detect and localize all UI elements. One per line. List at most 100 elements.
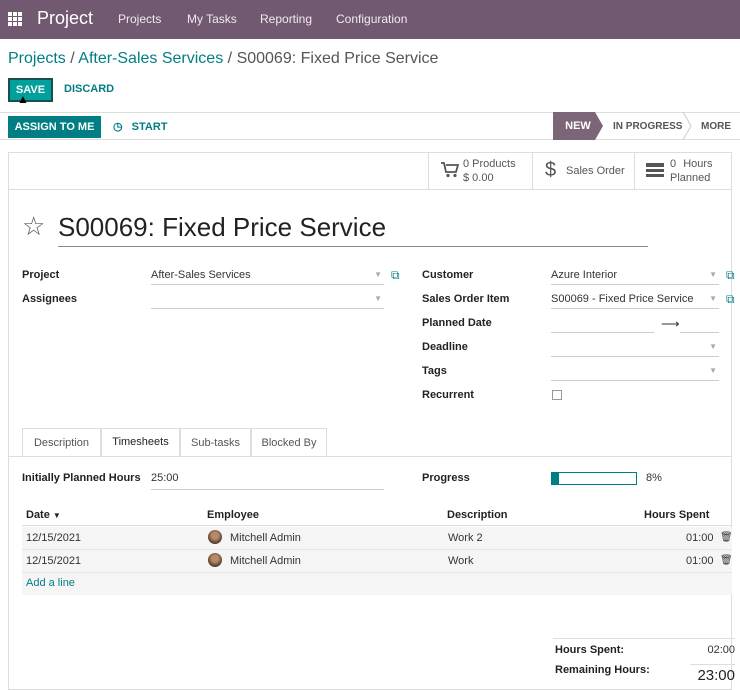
progress-fill — [552, 473, 559, 484]
progress-bar — [551, 472, 637, 485]
timesheet-table-header — [22, 504, 732, 526]
planned-label: Planned — [670, 172, 711, 184]
hours-spent-value: 02:00 — [707, 644, 735, 656]
arrow-right-icon: ⟶ — [661, 316, 680, 331]
avatar — [208, 553, 222, 567]
planned-date-end-field[interactable] — [680, 317, 719, 333]
sort-down-icon: ▼ — [52, 511, 61, 520]
progress-percent: 8% — [646, 472, 662, 484]
external-link-icon[interactable]: ⧉ — [726, 268, 735, 283]
recurrent-checkbox[interactable] — [552, 390, 562, 400]
add-line-row — [22, 573, 732, 595]
sales-order-label: Sales Order — [566, 165, 625, 177]
trash-icon[interactable]: 🗑 — [720, 532, 733, 543]
breadcrumb-project[interactable]: After-Sales Services — [78, 50, 223, 67]
products-count: 0 Products — [463, 158, 516, 170]
tab-timesheets[interactable]: Timesheets — [101, 428, 180, 456]
start-timer-button[interactable]: ◷ START — [113, 120, 168, 133]
row-hours: 01:00 — [686, 555, 714, 567]
table-row[interactable] — [22, 527, 732, 550]
column-date[interactable]: Date ▼ — [26, 509, 61, 521]
recurrent-label: Recurrent — [422, 389, 474, 401]
save-button[interactable]: SAVE — [8, 78, 53, 102]
column-employee[interactable]: Employee — [207, 509, 259, 521]
tags-label: Tags — [422, 365, 447, 377]
tasks-icon — [645, 162, 665, 183]
remaining-hours-label: Remaining Hours: — [555, 664, 650, 676]
planned-hours-field[interactable]: 25:00 — [151, 472, 384, 490]
row-date: 12/15/2021 — [26, 555, 82, 567]
stage-separator-icon — [682, 112, 692, 140]
breadcrumb: Projects / After-Sales Services / S00069… — [8, 50, 438, 68]
stage-more[interactable]: MORE — [701, 121, 731, 132]
chevron-down-icon: ▼ — [374, 294, 382, 303]
breadcrumb-current: S00069: Fixed Price Service — [236, 50, 439, 67]
task-title[interactable]: S00069: Fixed Price Service — [58, 212, 648, 247]
menu-configuration[interactable]: Configuration — [336, 12, 407, 26]
chevron-down-icon: ▼ — [709, 342, 717, 351]
project-label: Project — [22, 269, 60, 281]
row-employee: Mitchell Admin — [230, 555, 301, 567]
dollar-icon: $ — [545, 159, 557, 181]
tab-description[interactable]: Description — [22, 428, 101, 456]
external-link-icon[interactable]: ⧉ — [726, 292, 735, 307]
menu-my-tasks[interactable]: My Tasks — [187, 12, 237, 26]
discard-button[interactable]: DISCARD — [64, 83, 114, 95]
tags-field[interactable]: ▼ — [551, 365, 719, 381]
breadcrumb-projects[interactable]: Projects — [8, 50, 66, 67]
trash-icon[interactable]: 🗑 — [720, 555, 733, 566]
menu-projects[interactable]: Projects — [118, 12, 161, 26]
breadcrumb-separator: / — [70, 50, 75, 67]
customer-field[interactable]: Azure Interior ▼ — [551, 269, 719, 285]
row-description: Work 2 — [448, 532, 483, 544]
clock-icon: ◷ — [113, 121, 123, 133]
chevron-down-icon: ▼ — [374, 270, 382, 279]
row-description: Work — [448, 555, 474, 567]
customer-label: Customer — [422, 269, 474, 281]
row-date: 12/15/2021 — [26, 532, 82, 544]
tab-sub-tasks[interactable]: Sub-tasks — [180, 428, 251, 456]
products-amount: $ 0.00 — [463, 172, 494, 184]
deadline-label: Deadline — [422, 341, 468, 353]
progress-label: Progress — [422, 472, 470, 484]
start-label: START — [131, 121, 168, 133]
stage-in-progress[interactable]: IN PROGRESS — [613, 121, 682, 132]
table-row[interactable] — [22, 550, 732, 573]
hours-planned-smart-button[interactable]: 0 Hours Planned — [634, 152, 732, 190]
tab-blocked-by[interactable]: Blocked By — [251, 428, 327, 456]
column-options-icon[interactable]: ⋮ — [736, 509, 740, 522]
chevron-down-icon: ▼ — [709, 270, 717, 279]
cart-icon — [441, 162, 460, 183]
assignees-field[interactable]: ▼ — [151, 293, 384, 309]
summary-divider — [553, 638, 735, 639]
stage-new[interactable]: NEW — [553, 112, 603, 140]
planned-date-label: Planned Date — [422, 317, 492, 329]
column-description[interactable]: Description — [447, 509, 508, 521]
deadline-field[interactable]: ▼ — [551, 341, 719, 357]
column-hours-spent[interactable]: Hours Spent — [644, 509, 709, 521]
menu-reporting[interactable]: Reporting — [260, 12, 312, 26]
tabs-baseline — [8, 456, 732, 457]
app-title[interactable]: Project — [37, 8, 93, 29]
sales-order-smart-button[interactable]: $ Sales Order — [532, 152, 634, 190]
apps-menu-icon[interactable] — [8, 12, 22, 26]
assignees-label: Assignees — [22, 293, 78, 305]
products-smart-button[interactable]: 0 Products $ 0.00 — [428, 152, 532, 190]
planned-date-start-field[interactable] — [551, 317, 654, 333]
row-hours: 01:00 — [686, 532, 714, 544]
mouse-cursor-icon: ▲ — [17, 92, 29, 106]
hours-spent-label: Hours Spent: — [555, 644, 625, 656]
avatar — [208, 530, 222, 544]
project-field[interactable]: After-Sales Services ▼ — [151, 269, 384, 285]
sales-order-item-label: Sales Order Item — [422, 293, 510, 305]
external-link-icon[interactable]: ⧉ — [391, 268, 400, 283]
chevron-down-icon: ▼ — [709, 294, 717, 303]
row-employee: Mitchell Admin — [230, 532, 301, 544]
sales-order-item-field[interactable]: S00069 - Fixed Price Service ▼ — [551, 293, 719, 309]
planned-hours-label: Initially Planned Hours — [22, 472, 141, 484]
star-icon[interactable]: ☆ — [22, 211, 45, 242]
add-a-line-link[interactable]: Add a line — [26, 577, 75, 589]
breadcrumb-separator: / — [227, 50, 233, 67]
remaining-hours-value: 23:00 — [690, 664, 735, 684]
assign-to-me-button[interactable]: ASSIGN TO ME — [8, 116, 101, 138]
